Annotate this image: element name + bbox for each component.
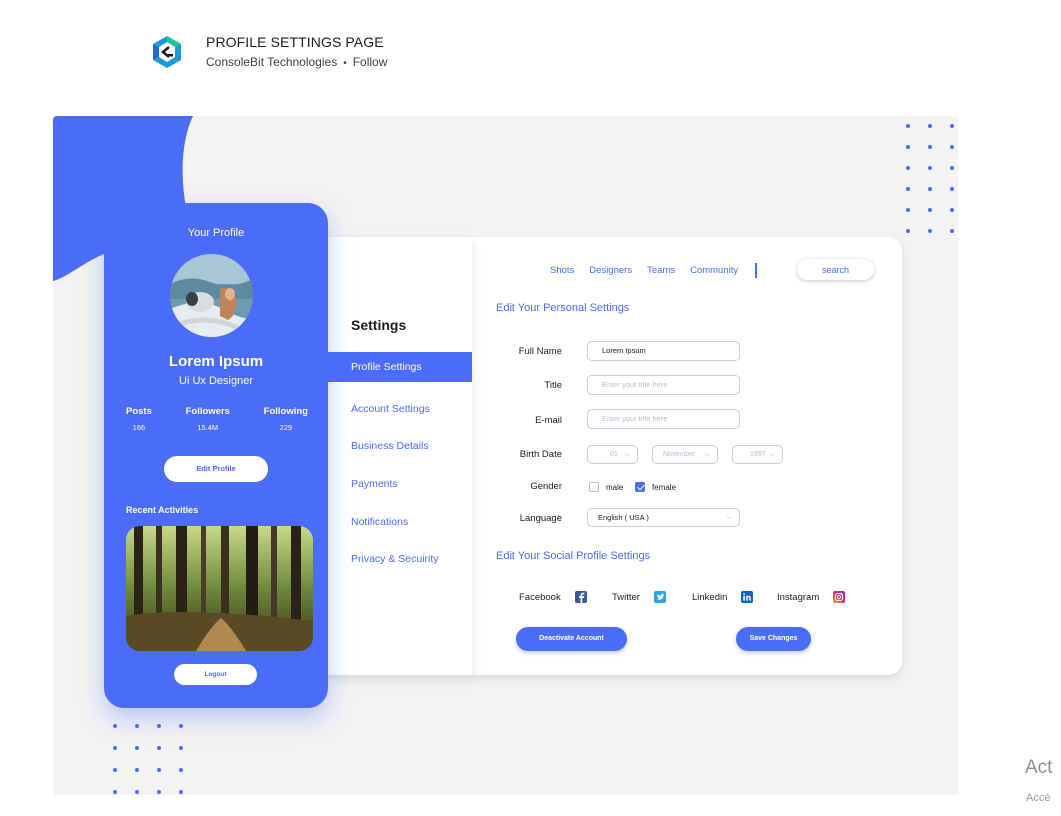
dot-grid-top-right: [906, 124, 954, 233]
forest-photo: [126, 526, 313, 651]
nav-divider: [755, 263, 758, 278]
search-input[interactable]: [797, 259, 874, 280]
top-nav: Shots Designers Teams Community: [550, 263, 758, 278]
menu-item-profile-settings[interactable]: Profile Settings: [326, 352, 472, 382]
gender-female-checkbox[interactable]: [635, 482, 645, 492]
shot-meta: ConsoleBit Technologies • Follow: [206, 55, 387, 69]
email-input[interactable]: Enter your title here: [587, 409, 740, 429]
full-name-input[interactable]: Lorem Ipsum: [587, 341, 740, 361]
facebook-entry[interactable]: Facebook: [519, 591, 587, 603]
follow-link[interactable]: Follow: [353, 55, 388, 69]
stat-followers[interactable]: Followers 15.4M: [186, 406, 230, 432]
author-link[interactable]: ConsoleBit Technologies: [206, 55, 337, 69]
linkedin-label: Linkedin: [692, 591, 728, 603]
dot-grid-bottom-left: [113, 724, 183, 794]
twitter-icon: [653, 591, 666, 603]
stat-following[interactable]: Following 229: [264, 406, 308, 432]
deactivate-account-button[interactable]: Deactivate Account: [516, 627, 627, 651]
linkedin-entry[interactable]: Linkedin: [692, 591, 754, 603]
chevron-down-icon: ⌵: [704, 451, 710, 458]
language-select[interactable]: English ( USA ) ⌵: [587, 508, 740, 527]
birth-month-select[interactable]: November ⌵: [652, 445, 718, 464]
gender-male-label: male: [606, 483, 624, 492]
shot-title: PROFILE SETTINGS PAGE: [206, 34, 384, 50]
profile-heading: Your Profile: [187, 227, 245, 239]
birth-day-select[interactable]: 01 ⌵: [587, 445, 638, 464]
linkedin-icon: [741, 591, 754, 603]
facebook-icon: [574, 591, 587, 603]
menu-item-payments[interactable]: Payments: [326, 469, 472, 499]
chevron-down-icon: ⌵: [769, 451, 775, 458]
edit-profile-button[interactable]: Edit Profile: [164, 456, 268, 482]
recent-activities-label: Recent Activities: [126, 505, 199, 515]
chevron-down-icon: ⌵: [726, 514, 732, 521]
settings-menu: Settings Profile Settings Account Settin…: [326, 237, 472, 675]
page: PROFILE SETTINGS PAGE ConsoleBit Technol…: [0, 0, 1061, 816]
avatar-photo: [170, 254, 253, 337]
nav-teams[interactable]: Teams: [647, 265, 675, 276]
social-settings-title: Edit Your Social Profile Settings: [496, 550, 651, 562]
activation-watermark-title: Act: [1025, 757, 1053, 778]
profile-role: Ui Ux Designer: [179, 375, 253, 387]
menu-item-notifications[interactable]: Notifications: [326, 507, 472, 537]
birth-year-select[interactable]: 1997 ⌵: [732, 445, 783, 464]
profile-name: Lorem Ipsum: [168, 353, 264, 370]
activation-watermark-subtitle: Accé: [1026, 792, 1051, 804]
settings-panel: Shots Designers Teams Community Edit You…: [472, 237, 902, 675]
nav-designers[interactable]: Designers: [589, 265, 632, 276]
language-label: Language: [519, 513, 562, 524]
nav-community[interactable]: Community: [690, 265, 738, 276]
instagram-label: Instagram: [777, 591, 820, 603]
title-input[interactable]: Enter your title here: [587, 375, 740, 395]
settings-title: Settings: [351, 317, 407, 333]
facebook-label: Facebook: [519, 591, 561, 603]
menu-item-privacy-security[interactable]: Privacy & Secuirity: [326, 544, 472, 574]
title-label: Title: [544, 380, 562, 391]
profile-stats: Posts 166 Followers 15.4M Following 229: [104, 406, 328, 432]
gender-label: Gender: [530, 481, 562, 492]
menu-item-business-details[interactable]: Business Details: [326, 431, 472, 461]
profile-card: Your Profile Lorem Ipsum Ui Ux Designer …: [104, 203, 328, 708]
personal-settings-title: Edit Your Personal Settings: [496, 302, 630, 314]
stat-posts[interactable]: Posts 166: [126, 406, 152, 432]
gender-female-label: female: [652, 483, 677, 492]
menu-item-account-settings[interactable]: Account Settings: [326, 394, 472, 424]
instagram-entry[interactable]: Instagram: [777, 591, 846, 603]
gender-male-checkbox[interactable]: [589, 482, 599, 492]
email-label: E-mail: [535, 415, 562, 426]
chevron-down-icon: ⌵: [624, 451, 630, 458]
shot-header: PROFILE SETTINGS PAGE ConsoleBit Technol…: [150, 34, 387, 69]
meta-separator: •: [343, 58, 347, 69]
twitter-entry[interactable]: Twitter: [612, 591, 666, 603]
save-changes-button[interactable]: Save Changes: [736, 627, 811, 651]
instagram-icon: [833, 591, 846, 603]
full-name-label: Full Name: [518, 346, 562, 357]
logout-button[interactable]: Logout: [174, 664, 257, 685]
twitter-label: Twitter: [612, 591, 640, 603]
birth-date-label: Birth Date: [519, 449, 562, 460]
avatar[interactable]: [170, 254, 253, 337]
nav-shots[interactable]: Shots: [550, 265, 574, 276]
recent-activity-image[interactable]: [126, 526, 313, 651]
consolebit-logo-icon[interactable]: [150, 35, 184, 69]
